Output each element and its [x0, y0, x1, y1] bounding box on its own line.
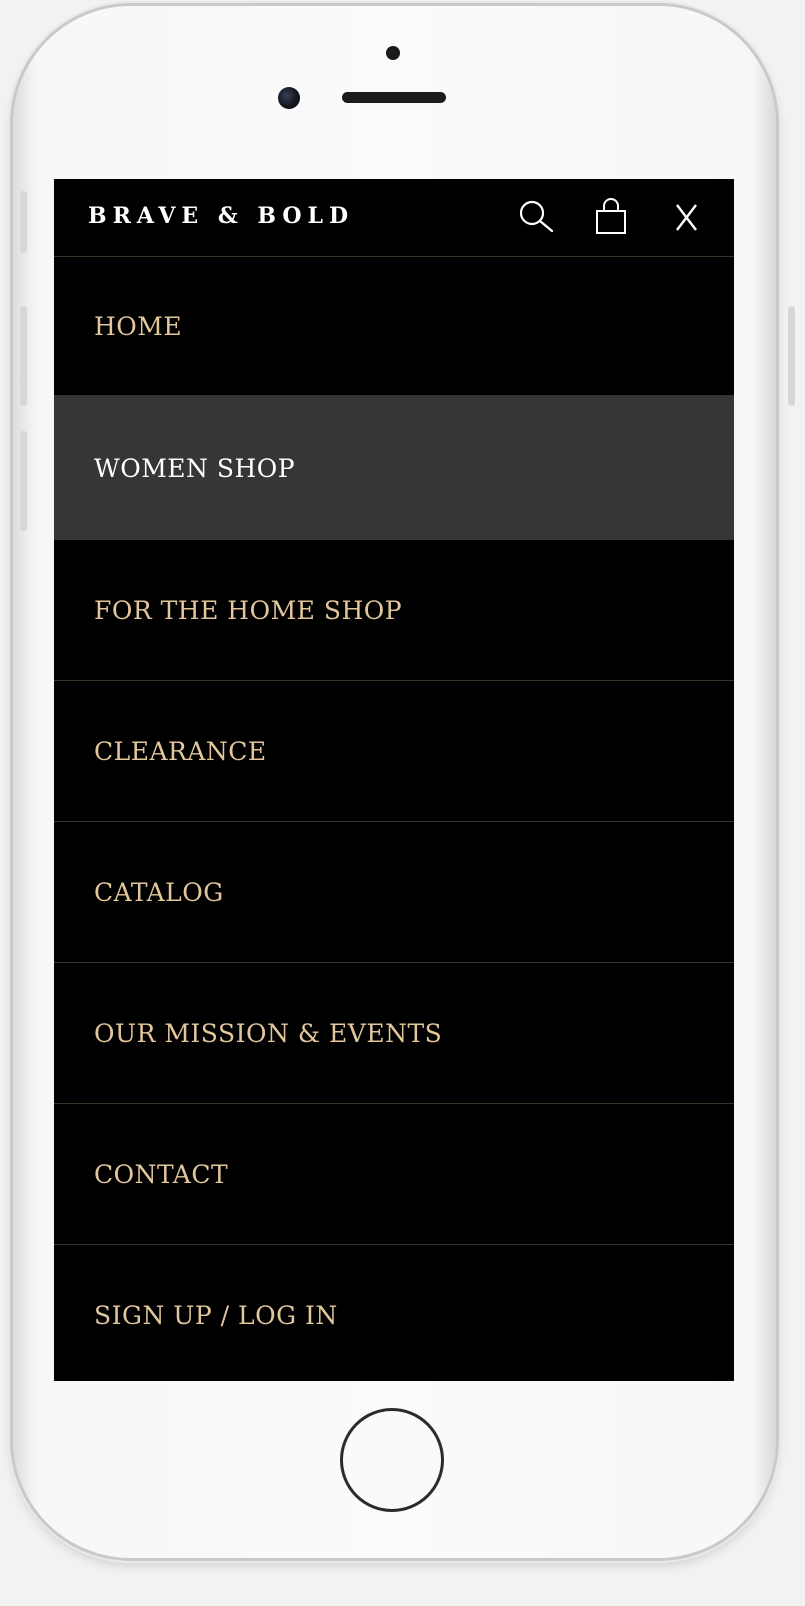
menu-item-for-the-home-shop[interactable]: FOR THE HOME SHOP — [54, 540, 734, 681]
proximity-sensor — [386, 46, 400, 60]
power-button — [788, 306, 795, 406]
navigation-menu: HOME WOMEN SHOP FOR THE HOME SHOP CLEARA… — [54, 257, 734, 1381]
menu-item-sign-up-log-in[interactable]: SIGN UP / LOG IN — [54, 1245, 734, 1381]
menu-item-label: HOME — [94, 311, 183, 341]
menu-item-home[interactable]: HOME — [54, 257, 734, 396]
menu-item-women-shop[interactable]: WOMEN SHOP — [54, 396, 734, 540]
search-icon[interactable] — [516, 197, 556, 237]
menu-item-label: FOR THE HOME SHOP — [94, 595, 403, 625]
menu-item-clearance[interactable]: CLEARANCE — [54, 681, 734, 822]
menu-item-label: CLEARANCE — [94, 736, 267, 766]
menu-item-label: SIGN UP / LOG IN — [94, 1301, 338, 1330]
menu-item-label: OUR MISSION & EVENTS — [94, 1018, 443, 1048]
menu-item-label: WOMEN SHOP — [94, 453, 296, 483]
shopping-bag-icon[interactable] — [591, 197, 631, 237]
volume-down-button — [20, 431, 27, 531]
menu-item-our-mission-events[interactable]: OUR MISSION & EVENTS — [54, 963, 734, 1104]
app-header: BRAVE & BOLD — [54, 179, 734, 257]
menu-item-label: CONTACT — [94, 1159, 229, 1189]
menu-item-contact[interactable]: CONTACT — [54, 1104, 734, 1245]
front-camera — [278, 87, 300, 109]
home-button[interactable] — [340, 1408, 444, 1512]
menu-item-catalog[interactable]: CATALOG — [54, 822, 734, 963]
phone-screen: BRAVE & BOLD HOME WOMEN SHOP FOR THE HOM… — [54, 179, 734, 1381]
earpiece-speaker — [342, 92, 446, 103]
close-icon[interactable] — [667, 197, 707, 237]
volume-up-button — [20, 306, 27, 406]
menu-item-label: CATALOG — [94, 877, 224, 907]
brand-logo[interactable]: BRAVE & BOLD — [88, 203, 354, 229]
mute-switch — [20, 191, 27, 253]
